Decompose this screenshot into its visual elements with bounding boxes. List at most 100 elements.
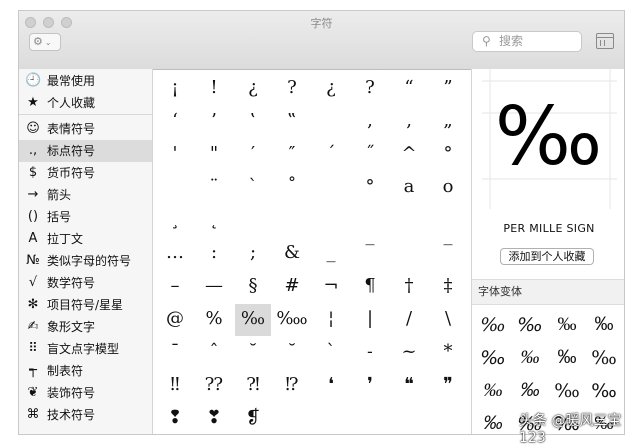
character-cell[interactable]: ❛ — [313, 370, 349, 402]
toggle-view-icon[interactable] — [596, 33, 614, 49]
character-cell[interactable]: ’ — [196, 106, 232, 138]
sidebar-item[interactable]: ⠿ 盲文点字模型 — [19, 338, 152, 360]
font-variant-cell[interactable]: ‰ — [476, 342, 510, 374]
character-cell[interactable]: ❡ — [235, 403, 271, 434]
character-cell[interactable]: ″ — [274, 139, 310, 171]
sidebar-item[interactable]: $ 货币符号 — [19, 162, 152, 184]
character-cell[interactable]: _ — [313, 238, 349, 270]
sidebar-item[interactable]: № 类似字母的符号 — [19, 250, 152, 272]
character-cell[interactable]: ° — [352, 172, 388, 204]
character-cell[interactable]: o — [430, 172, 466, 204]
character-cell[interactable]: ¨ — [196, 172, 232, 204]
character-cell[interactable]: ‱ — [274, 304, 310, 336]
character-cell[interactable]: ; — [235, 238, 271, 270]
character-cell[interactable]: ¡ — [157, 73, 193, 105]
font-variant-cell[interactable]: ‰ — [550, 375, 584, 407]
character-cell[interactable]: ❣ — [196, 403, 232, 434]
character-cell[interactable]: ˊ — [313, 139, 349, 171]
character-cell[interactable]: ˗ — [352, 337, 388, 369]
character-cell[interactable]: a — [391, 172, 427, 204]
character-cell[interactable]: ‾ — [352, 238, 388, 270]
character-cell[interactable]: ? — [274, 73, 310, 105]
sidebar-item[interactable]: ❦ 装饰符号 — [19, 382, 152, 404]
character-cell[interactable]: ❢ — [157, 403, 193, 434]
font-variant-cell[interactable]: ‰ — [476, 309, 510, 341]
character-cell[interactable]: ‡ — [430, 271, 466, 303]
character-cell[interactable]: ′ — [235, 139, 271, 171]
character-cell[interactable]: # — [274, 271, 310, 303]
sidebar-item[interactable]: √ 数学符号 — [19, 272, 152, 294]
character-cell[interactable]: † — [391, 271, 427, 303]
font-variant-cell[interactable]: ‰ — [513, 342, 547, 374]
font-variant-cell[interactable]: ‰ — [513, 375, 547, 407]
character-cell[interactable]: ¦ — [313, 304, 349, 336]
font-variant-cell[interactable]: ‰ — [476, 375, 510, 407]
character-cell[interactable]: – — [157, 271, 193, 303]
character-cell[interactable]: ¬ — [313, 271, 349, 303]
character-cell[interactable]: ” — [430, 73, 466, 105]
character-cell[interactable]: — — [196, 271, 232, 303]
character-cell[interactable]: | — [352, 304, 388, 336]
character-cell[interactable]: % — [196, 304, 232, 336]
character-cell[interactable]: ° — [430, 139, 466, 171]
character-cell[interactable]: ˝ — [352, 139, 388, 171]
character-cell[interactable]: ' — [157, 139, 193, 171]
character-cell[interactable]: : — [196, 238, 232, 270]
character-cell[interactable]: ˉ — [157, 337, 193, 369]
search-field[interactable]: ⚲ 搜索 — [472, 31, 582, 52]
character-cell[interactable]: ‛ — [235, 106, 271, 138]
sidebar-item[interactable]: ☺ 表情符号 — [19, 118, 152, 140]
add-to-favorites-button[interactable]: 添加到个人收藏 — [500, 248, 594, 265]
character-cell[interactable]: “ — [391, 73, 427, 105]
character-cell[interactable]: ‚ — [391, 106, 427, 138]
character-cell[interactable]: ‾ — [430, 238, 466, 270]
font-variant-cell[interactable]: ‰ — [550, 342, 584, 374]
character-cell[interactable]: ¶ — [352, 271, 388, 303]
sidebar-item[interactable]: ★ 个人收藏 — [19, 92, 152, 114]
character-cell[interactable]: ‟ — [274, 106, 310, 138]
character-cell[interactable]: ⁈ — [235, 370, 271, 402]
font-variant-cell[interactable]: ‰ — [587, 375, 621, 407]
character-cell[interactable]: ❝ — [391, 370, 427, 402]
character-cell[interactable]: ˋ — [313, 337, 349, 369]
character-cell[interactable]: ⁉ — [274, 370, 310, 402]
character-cell[interactable]: * — [430, 337, 466, 369]
character-cell[interactable]: ‰ — [235, 304, 271, 336]
font-variant-cell[interactable]: ‰ — [587, 342, 621, 374]
character-cell[interactable]: ¿ — [313, 73, 349, 105]
character-cell[interactable]: @ — [157, 304, 193, 336]
character-cell[interactable]: „ — [430, 106, 466, 138]
character-cell[interactable]: \ — [430, 304, 466, 336]
character-cell[interactable]: ^ — [391, 139, 427, 171]
character-cell[interactable]: § — [235, 271, 271, 303]
character-cell[interactable]: & — [274, 238, 310, 270]
character-cell[interactable]: ˘ — [274, 337, 310, 369]
character-cell[interactable]: / — [391, 304, 427, 336]
character-cell[interactable]: ❜ — [352, 370, 388, 402]
character-cell[interactable]: ¸ — [157, 205, 193, 237]
character-cell[interactable]: ? — [352, 73, 388, 105]
action-menu-button[interactable]: ⚙ ⌄ — [29, 33, 61, 51]
character-cell[interactable]: ⁇ — [196, 370, 232, 402]
sidebar-item[interactable]: ✻ 项目符号/星星 — [19, 294, 152, 316]
character-cell[interactable]: ` — [235, 172, 271, 204]
font-variant-cell[interactable]: ‰ — [550, 309, 584, 341]
character-cell[interactable]: ‘ — [157, 106, 193, 138]
sidebar-item[interactable]: ⌘ 技术符号 — [19, 404, 152, 426]
sidebar-item[interactable]: ✍ 象形文字 — [19, 316, 152, 338]
character-cell[interactable]: ! — [196, 73, 232, 105]
character-cell[interactable]: ˆ — [196, 337, 232, 369]
character-cell[interactable]: ˛ — [196, 205, 232, 237]
character-cell[interactable]: ~ — [391, 337, 427, 369]
character-cell[interactable]: ˘ — [235, 337, 271, 369]
font-variant-cell[interactable]: ‰ — [587, 309, 621, 341]
character-cell[interactable]: ‼ — [157, 370, 193, 402]
sidebar-item[interactable]: → 箭头 — [19, 184, 152, 206]
character-cell[interactable]: … — [157, 238, 193, 270]
sidebar-item[interactable]: () 括号 — [19, 206, 152, 228]
character-cell[interactable]: ˚ — [274, 172, 310, 204]
sidebar-item[interactable]: 🕘 最常使用 — [19, 70, 152, 92]
font-variant-cell[interactable]: ‰ — [513, 309, 547, 341]
sidebar-item[interactable]: ., 标点符号 — [19, 140, 152, 162]
character-cell[interactable]: ¿ — [235, 73, 271, 105]
